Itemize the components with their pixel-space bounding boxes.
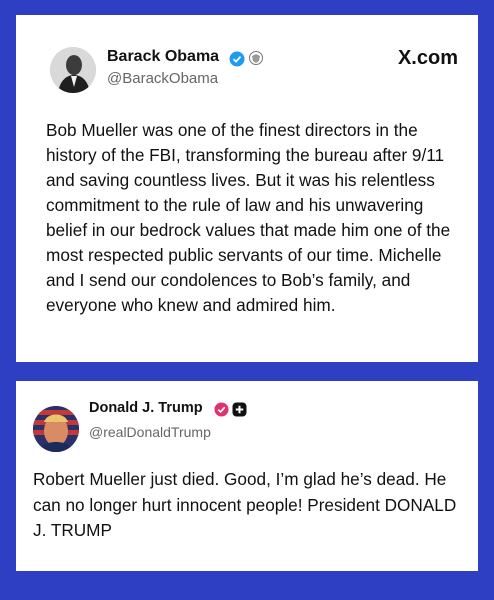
verified-badge-icon	[214, 402, 229, 422]
plus-badge-icon	[232, 402, 247, 422]
trump-handle[interactable]: @realDonaldTrump	[89, 424, 211, 440]
obama-avatar[interactable]	[50, 47, 96, 93]
government-seal-icon	[248, 50, 264, 72]
obama-author-name[interactable]: Barack Obama	[107, 48, 219, 66]
verified-badge-icon	[229, 51, 245, 72]
trump-post-text: Robert Mueller just died. Good, I’m glad…	[33, 469, 457, 540]
trump-avatar[interactable]	[33, 406, 79, 452]
obama-post-card: Barack Obama @BarackObama X.com Bob Muel…	[16, 15, 478, 362]
x-logo-icon[interactable]: X.com	[398, 47, 458, 70]
obama-handle[interactable]: @BarackObama	[107, 70, 218, 87]
obama-post-text: Bob Mueller was one of the finest direct…	[46, 120, 451, 315]
trump-author-name[interactable]: Donald J. Trump	[89, 400, 203, 416]
trump-post-card: Donald J. Trump @realDonaldTrump Robert …	[16, 381, 478, 571]
x-com-label: X.com	[397, 47, 458, 69]
